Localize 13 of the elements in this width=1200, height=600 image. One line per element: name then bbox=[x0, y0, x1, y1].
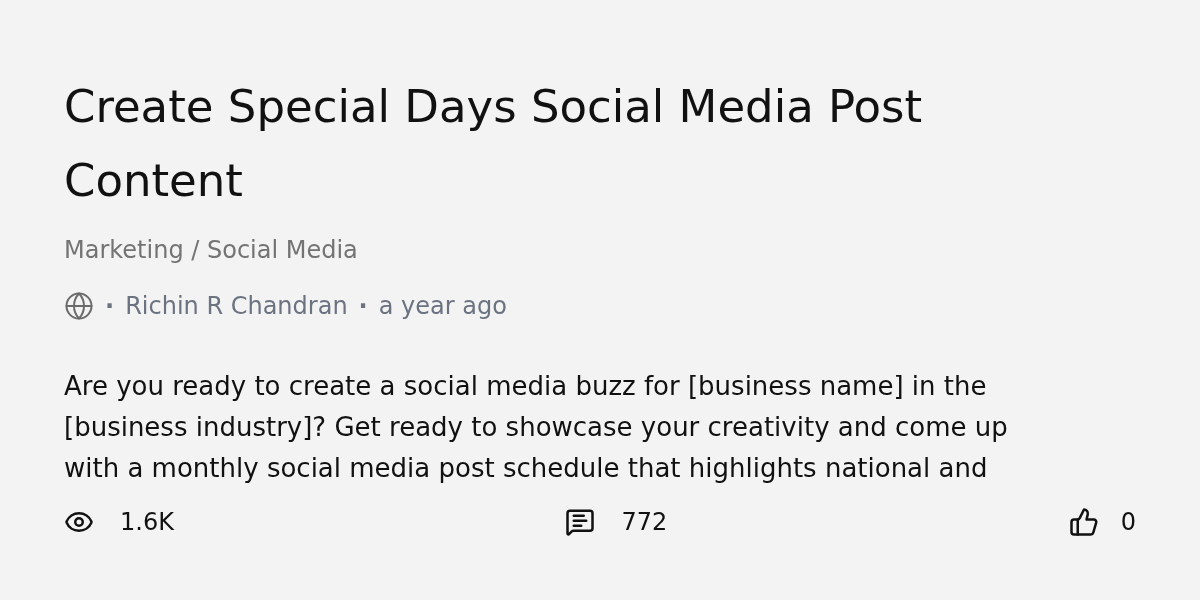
view-count: 1.6K bbox=[120, 507, 174, 538]
separator-dot: · bbox=[357, 291, 369, 322]
separator-dot: · bbox=[104, 291, 116, 322]
post-time: a year ago bbox=[378, 291, 507, 322]
like-count: 0 bbox=[1120, 507, 1136, 538]
globe-icon bbox=[64, 291, 94, 321]
author-name[interactable]: Richin R Chandran bbox=[125, 290, 348, 322]
thumbs-up-icon bbox=[1068, 507, 1099, 537]
post-description: Are you ready to create a social media buzz for [business name] in the [business industry]? Get ready to showcase your creativity and come up with a monthly social media post schedule that highlights national and bbox=[64, 370, 1009, 485]
post-title: Create Special Days Social Media Post Content bbox=[64, 79, 924, 209]
speech-bubble-icon bbox=[565, 507, 596, 537]
category-path: Marketing / Social Media bbox=[64, 235, 358, 266]
comment-count: 772 bbox=[621, 507, 668, 538]
